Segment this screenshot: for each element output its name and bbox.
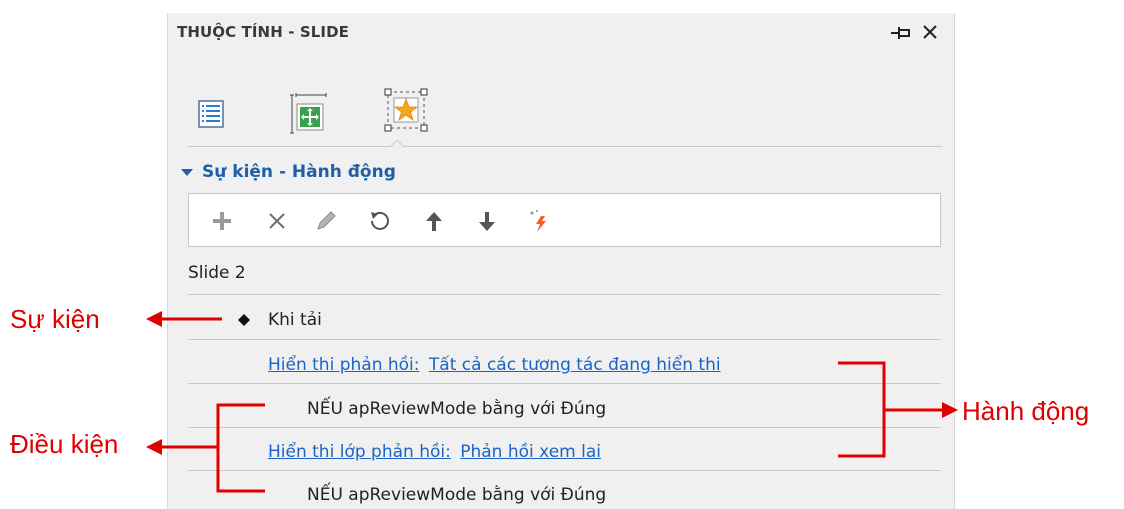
condition-bracket bbox=[216, 403, 265, 493]
annotation-arrows bbox=[146, 311, 958, 493]
arrow-event-head bbox=[146, 311, 162, 327]
arrow-action-head bbox=[942, 402, 958, 418]
action-bracket bbox=[838, 361, 886, 458]
arrow-condition-head bbox=[146, 439, 162, 455]
